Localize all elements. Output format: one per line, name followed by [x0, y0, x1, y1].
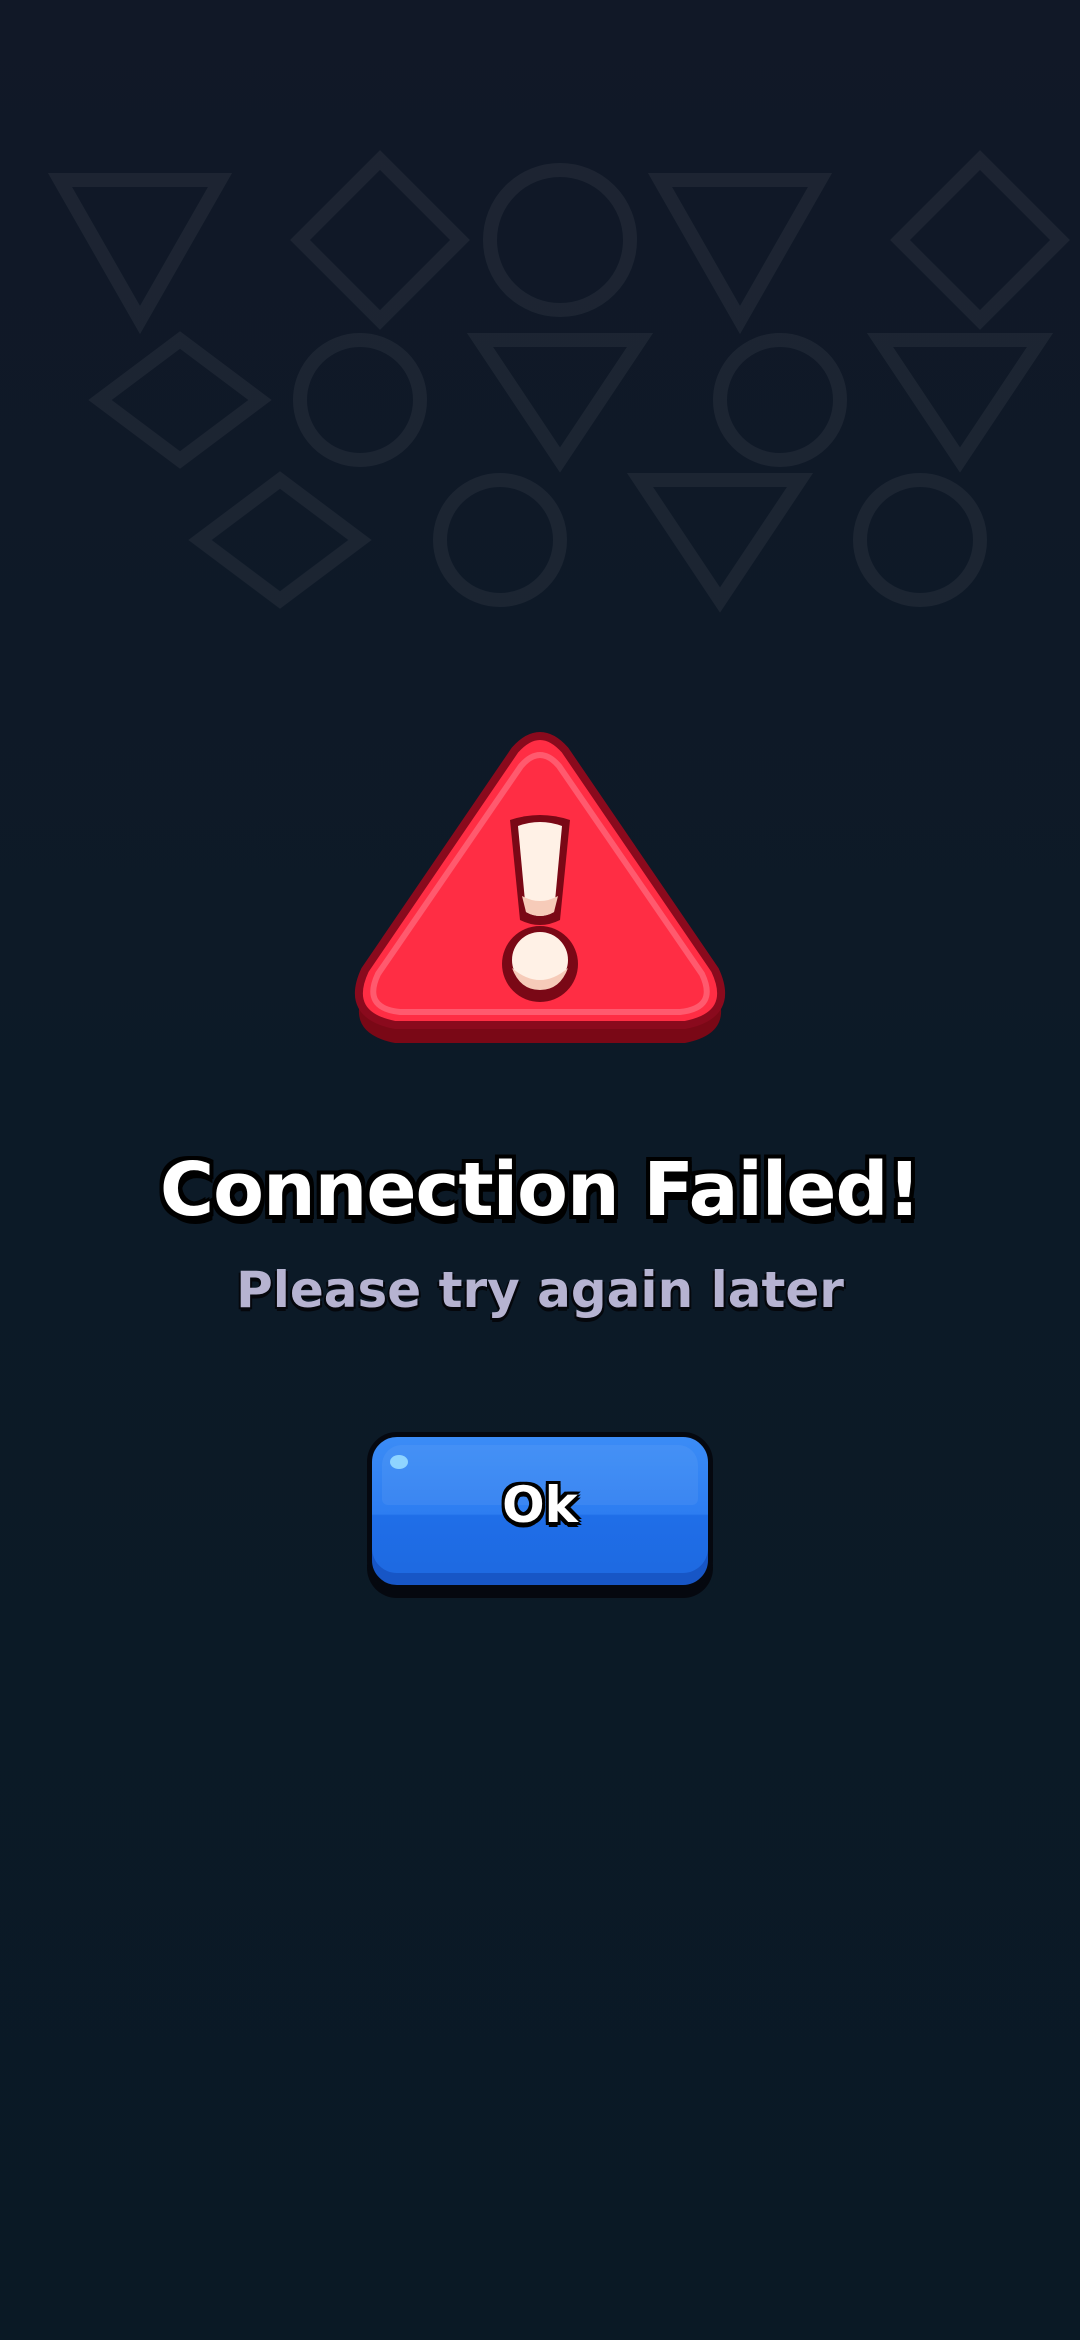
dialog-message: Please try again later	[236, 1261, 844, 1319]
ok-button-label: Ok	[502, 1476, 578, 1534]
button-shine	[390, 1455, 408, 1469]
dialog-title: Connection Failed!	[159, 1147, 921, 1233]
warning-triangle-icon	[354, 732, 726, 1043]
ok-button[interactable]: Ok	[367, 1432, 713, 1590]
